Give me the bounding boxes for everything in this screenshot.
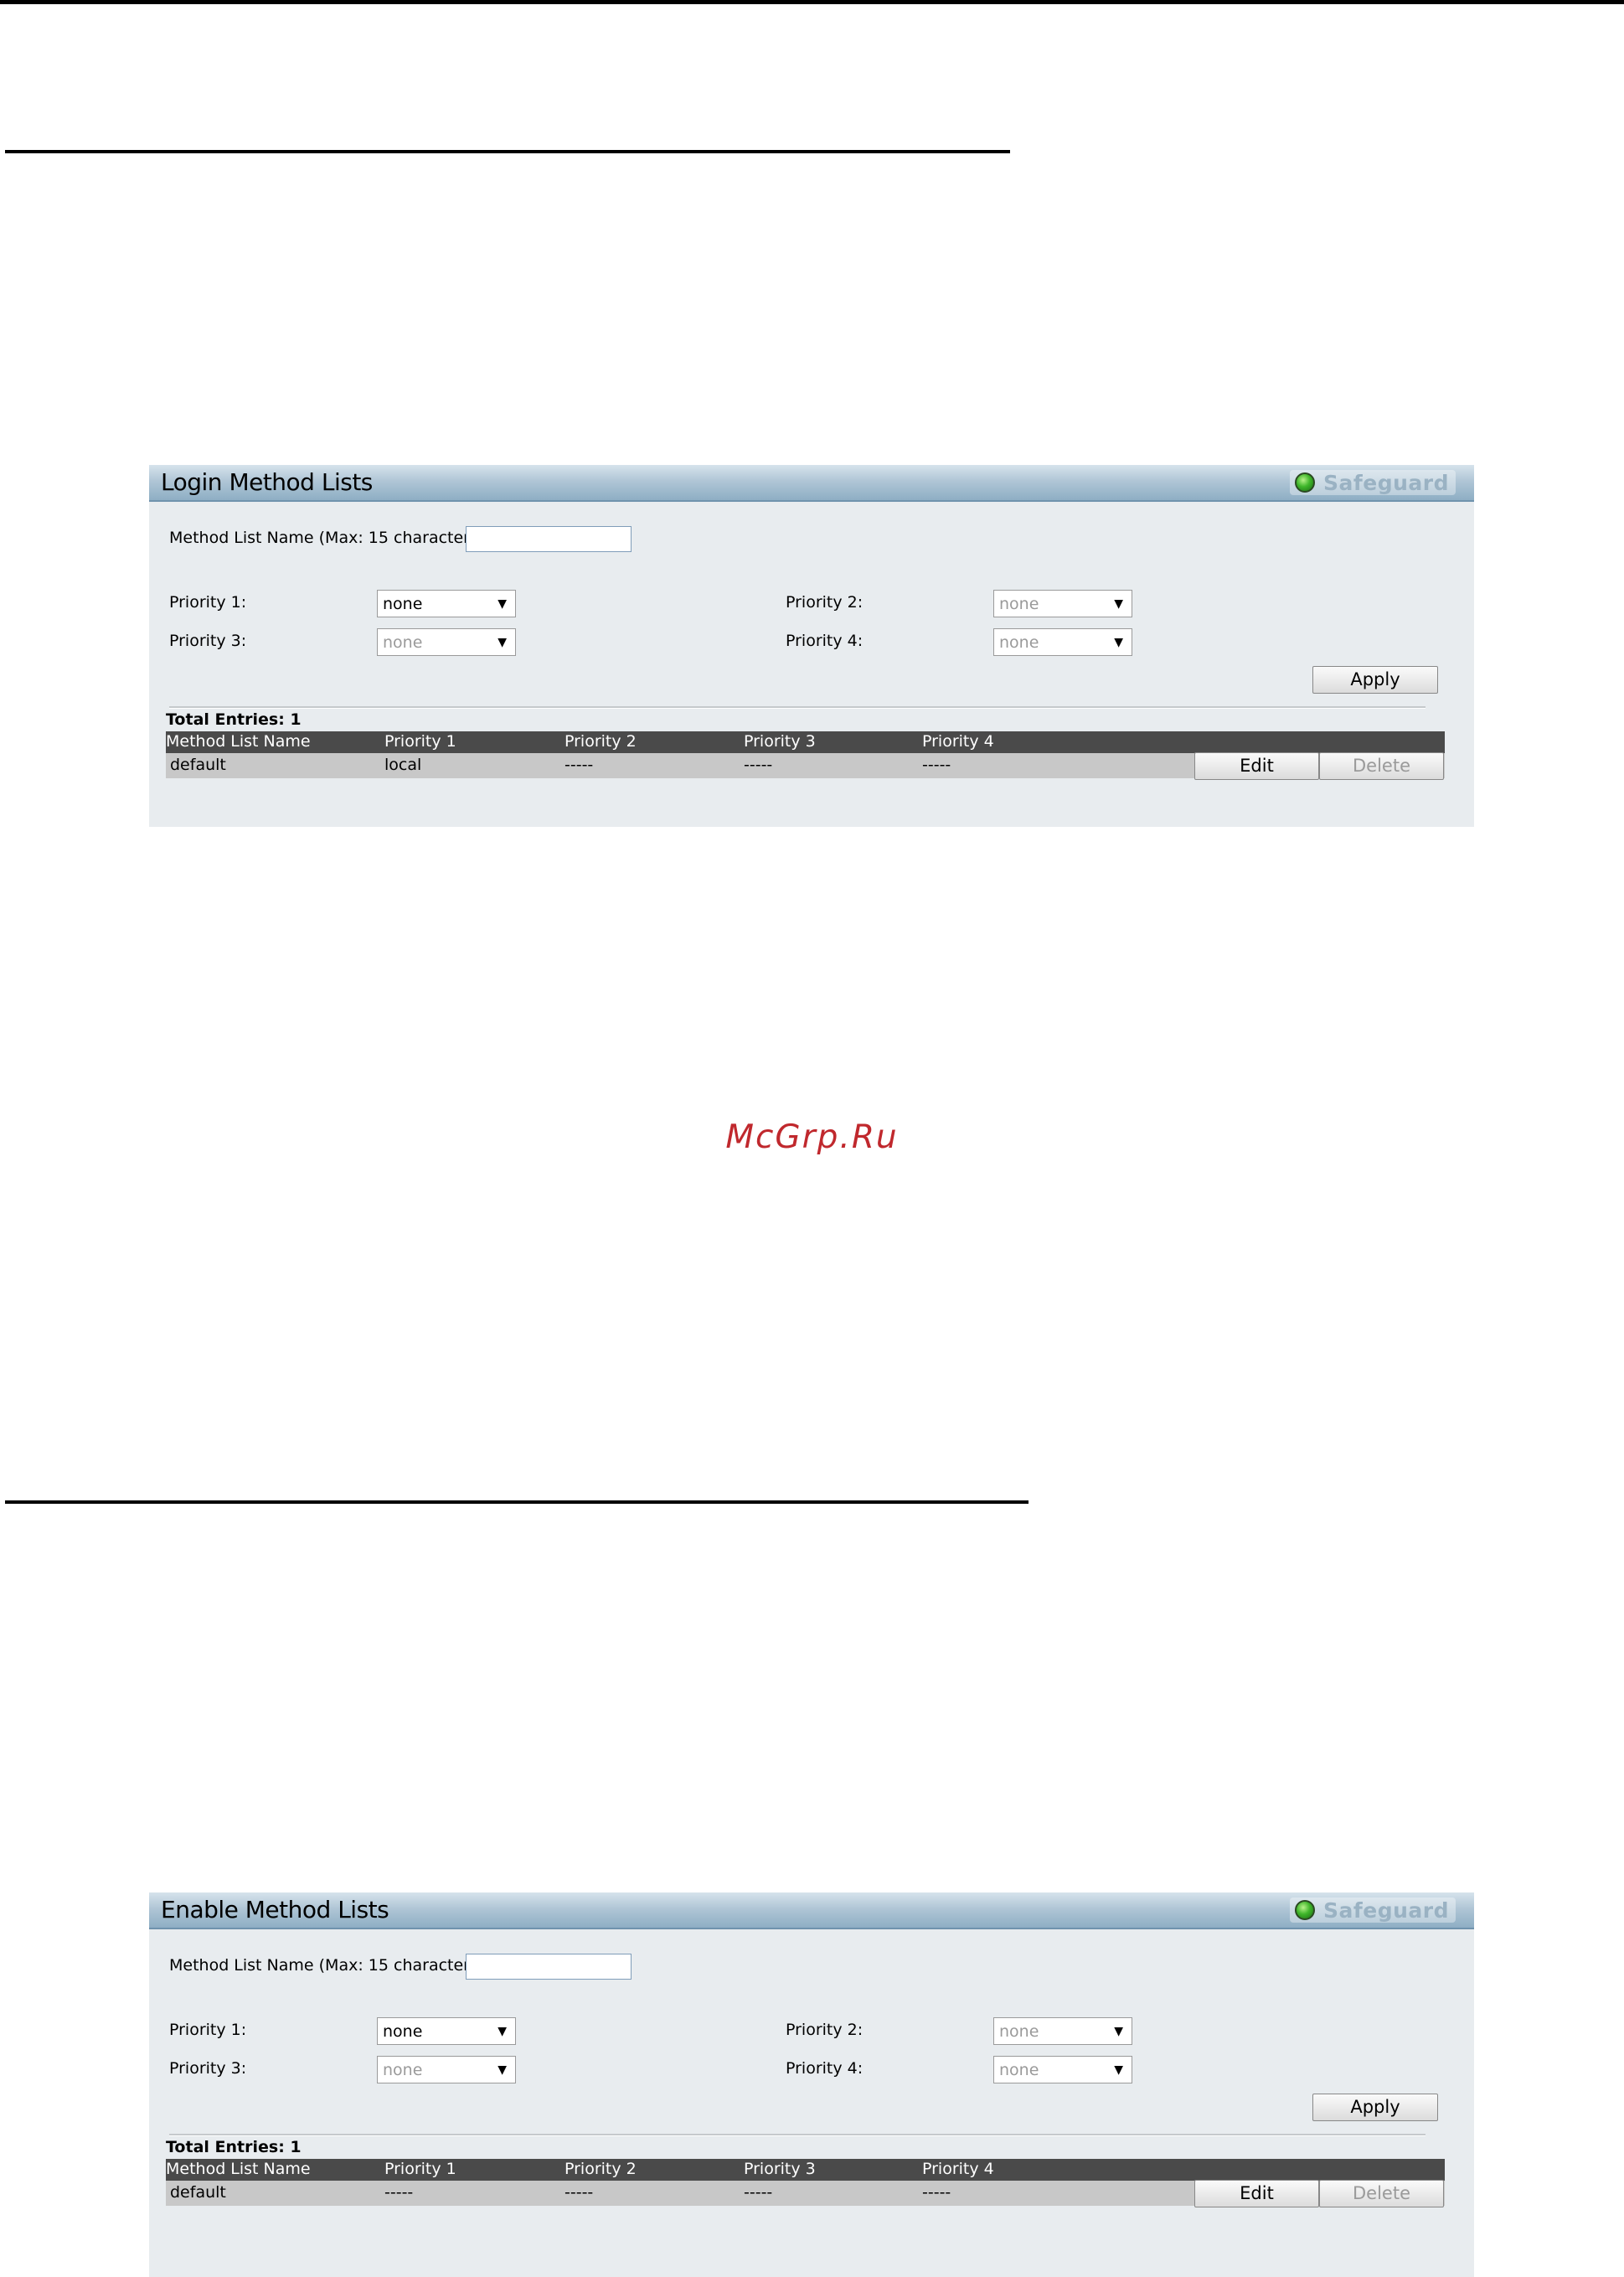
cell-priority-3: ----- — [744, 756, 773, 774]
cell-priority-2: ----- — [565, 756, 594, 774]
priority-4-select[interactable]: none ▼ — [993, 2056, 1132, 2083]
apply-button[interactable]: Apply — [1312, 666, 1438, 694]
dropdown-arrow-icon: ▼ — [498, 636, 507, 649]
priority-4-label: Priority 4: — [786, 2059, 864, 2078]
method-list-name-label: Method List Name (Max: 15 characters) — [169, 1956, 485, 1975]
priority-3-value: none — [383, 2061, 423, 2079]
priority-2-label: Priority 2: — [786, 593, 864, 612]
priority-2-value: none — [999, 595, 1039, 613]
enable-method-lists-panel: Enable Method Lists Safeguard Method Lis… — [149, 1892, 1474, 2277]
cell-name: default — [170, 756, 226, 774]
divider — [169, 706, 1426, 709]
table-header: Method List Name Priority 1 Priority 2 P… — [166, 2159, 1445, 2181]
col-priority-1: Priority 1 — [384, 732, 456, 751]
cell-name: default — [170, 2183, 226, 2202]
priority-3-value: none — [383, 633, 423, 652]
cell-priority-2: ----- — [565, 2183, 594, 2202]
total-entries: Total Entries: 1 — [166, 710, 302, 729]
panel-header: Login Method Lists Safeguard — [149, 465, 1474, 502]
safeguard-button[interactable]: Safeguard — [1290, 1897, 1456, 1923]
safeguard-button[interactable]: Safeguard — [1290, 470, 1456, 495]
dropdown-arrow-icon: ▼ — [1114, 2025, 1123, 2038]
cell-priority-3: ----- — [744, 2183, 773, 2202]
priority-1-label: Priority 1: — [169, 593, 247, 612]
delete-button[interactable]: Delete — [1319, 2180, 1444, 2207]
priority-1-label: Priority 1: — [169, 2021, 247, 2039]
panel-title: Enable Method Lists — [161, 1896, 389, 1923]
priority-1-select[interactable]: none ▼ — [377, 2017, 516, 2045]
priority-4-value: none — [999, 2061, 1039, 2079]
priority-2-label: Priority 2: — [786, 2021, 864, 2039]
priority-4-select[interactable]: none ▼ — [993, 628, 1132, 656]
dropdown-arrow-icon: ▼ — [498, 597, 507, 611]
safeguard-status-icon — [1295, 472, 1315, 493]
apply-button[interactable]: Apply — [1312, 2094, 1438, 2121]
cell-priority-4: ----- — [922, 2183, 951, 2202]
section-rule-2 — [5, 1500, 1029, 1504]
watermark: McGrp.Ru — [725, 1118, 899, 1156]
divider — [169, 2134, 1426, 2136]
panel-title: Login Method Lists — [161, 468, 373, 496]
priority-2-value: none — [999, 2022, 1039, 2041]
login-method-lists-panel: Login Method Lists Safeguard Method List… — [149, 465, 1474, 827]
cell-priority-1: ----- — [384, 2183, 414, 2202]
section-rule-1 — [5, 150, 1010, 153]
table-header: Method List Name Priority 1 Priority 2 P… — [166, 731, 1445, 753]
safeguard-status-icon — [1295, 1900, 1315, 1920]
col-method-list-name: Method List Name — [166, 732, 311, 751]
edit-button[interactable]: Edit — [1194, 752, 1319, 780]
priority-2-select[interactable]: none ▼ — [993, 2017, 1132, 2045]
priority-2-select[interactable]: none ▼ — [993, 590, 1132, 617]
panel-header: Enable Method Lists Safeguard — [149, 1892, 1474, 1929]
cell-priority-4: ----- — [922, 756, 951, 774]
dropdown-arrow-icon: ▼ — [1114, 636, 1123, 649]
priority-4-label: Priority 4: — [786, 632, 864, 650]
method-list-name-input[interactable] — [466, 526, 632, 552]
safeguard-label: Safeguard — [1323, 470, 1449, 495]
safeguard-label: Safeguard — [1323, 1897, 1449, 1923]
col-priority-3: Priority 3 — [744, 732, 816, 751]
dropdown-arrow-icon: ▼ — [498, 2025, 507, 2038]
col-priority-2: Priority 2 — [565, 732, 637, 751]
delete-button[interactable]: Delete — [1319, 752, 1444, 780]
col-priority-4: Priority 4 — [922, 732, 994, 751]
method-list-name-label: Method List Name (Max: 15 characters) — [169, 529, 485, 547]
priority-3-select[interactable]: none ▼ — [377, 2056, 516, 2083]
priority-1-value: none — [383, 595, 423, 613]
col-priority-3: Priority 3 — [744, 2160, 816, 2178]
edit-button[interactable]: Edit — [1194, 2180, 1319, 2207]
top-rule — [0, 0, 1624, 4]
priority-1-value: none — [383, 2022, 423, 2041]
dropdown-arrow-icon: ▼ — [1114, 2063, 1123, 2077]
priority-4-value: none — [999, 633, 1039, 652]
col-priority-4: Priority 4 — [922, 2160, 994, 2178]
dropdown-arrow-icon: ▼ — [1114, 597, 1123, 611]
priority-3-select[interactable]: none ▼ — [377, 628, 516, 656]
dropdown-arrow-icon: ▼ — [498, 2063, 507, 2077]
priority-1-select[interactable]: none ▼ — [377, 590, 516, 617]
col-method-list-name: Method List Name — [166, 2160, 311, 2178]
total-entries: Total Entries: 1 — [166, 2138, 302, 2156]
priority-3-label: Priority 3: — [169, 2059, 247, 2078]
method-list-name-input[interactable] — [466, 1954, 632, 1980]
col-priority-2: Priority 2 — [565, 2160, 637, 2178]
cell-priority-1: local — [384, 756, 422, 774]
priority-3-label: Priority 3: — [169, 632, 247, 650]
col-priority-1: Priority 1 — [384, 2160, 456, 2178]
